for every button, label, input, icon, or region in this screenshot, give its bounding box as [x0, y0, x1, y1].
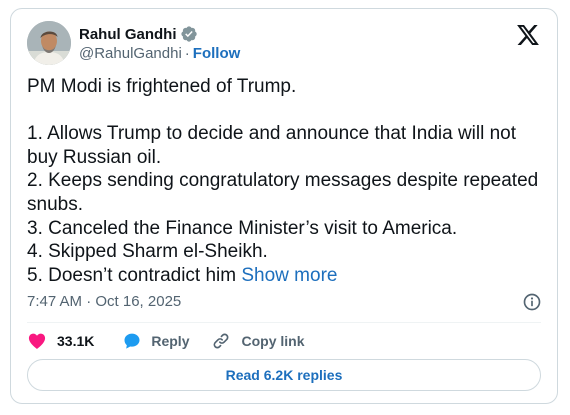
- reply-button[interactable]: Reply: [122, 331, 189, 351]
- author-name-row: Rahul Gandhi: [79, 24, 198, 44]
- verified-badge-icon: [180, 26, 197, 42]
- tweet-line: snubs.: [27, 193, 83, 215]
- tweet-line: 4. Skipped Sharm el-Sheikh.: [27, 241, 268, 263]
- author-display-name[interactable]: Rahul Gandhi: [79, 26, 177, 43]
- tweet-card[interactable]: Rahul Gandhi @RahulGandhi · Follow PM Modi…: [10, 8, 558, 404]
- tweet-line: PM Modi is frightened of Trump.: [27, 76, 297, 97]
- avatar[interactable]: [27, 21, 71, 65]
- tweet-line: 5. Doesn’t contradict him: [27, 264, 237, 286]
- handle-separator: ·: [184, 45, 190, 62]
- copy-link-button[interactable]: Copy link: [211, 331, 305, 351]
- heart-icon: [28, 333, 46, 349]
- tweet-line: 1. Allows Trump to decide and announce t…: [27, 123, 517, 145]
- tweet-line: buy Russian oil.: [27, 146, 162, 168]
- like-count: 33.1K: [57, 333, 95, 349]
- link-icon: [214, 333, 229, 349]
- tweet-line: 2. Keeps sending congratulatory messages…: [27, 170, 539, 192]
- x-logo-icon[interactable]: [517, 25, 539, 45]
- reply-label: Reply: [151, 333, 190, 349]
- info-icon[interactable]: [522, 292, 542, 312]
- author-handle-row: @RahulGandhi · Follow: [79, 45, 240, 62]
- divider: [27, 322, 541, 323]
- copy-link-label: Copy link: [241, 333, 305, 349]
- tweet-actions: 33.1K Reply Copy link: [27, 330, 305, 352]
- tweet-text: PM Modi is frightened of Trump. 1. Allow…: [27, 75, 547, 287]
- avatar-photo: [27, 21, 71, 65]
- speech-bubble-icon: [124, 333, 140, 349]
- like-button[interactable]: 33.1K: [27, 331, 94, 351]
- tweet-timestamp[interactable]: 7:47 AM · Oct 16, 2025: [27, 293, 181, 310]
- follow-button[interactable]: Follow: [193, 45, 241, 62]
- author-handle[interactable]: @RahulGandhi: [79, 45, 182, 62]
- read-replies-button[interactable]: Read 6.2K replies: [27, 359, 541, 391]
- show-more-link[interactable]: Show more: [241, 265, 337, 286]
- tweet-line: 3. Canceled the Finance Minister’s visit…: [27, 217, 458, 239]
- tweet-last-line: 5. Doesn’t contradict him Show more: [27, 264, 547, 288]
